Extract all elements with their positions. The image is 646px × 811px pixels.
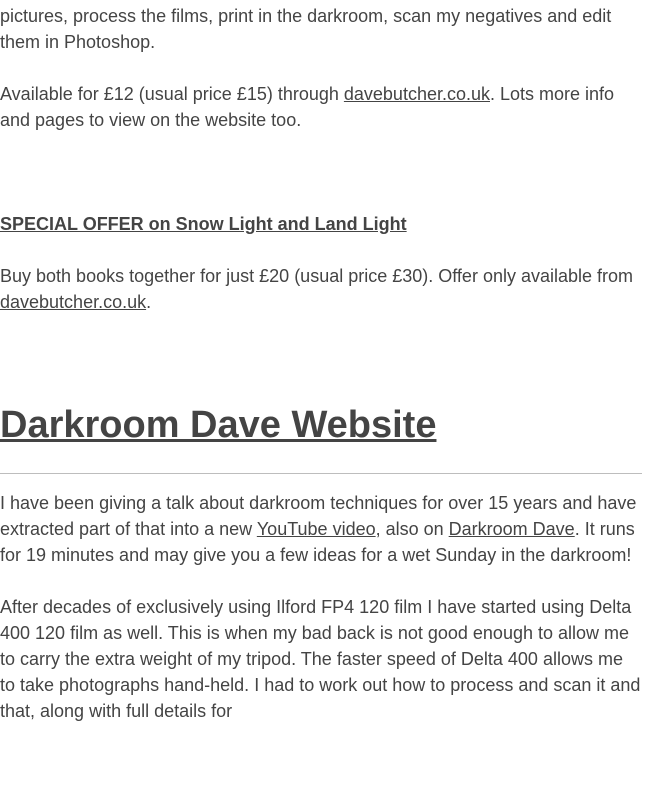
page-content: pictures, process the films, print in th… xyxy=(0,3,642,724)
offer-paragraph: Buy both books together for just £20 (us… xyxy=(0,263,642,315)
special-offer-heading: SPECIAL OFFER on Snow Light and Land Lig… xyxy=(0,211,642,237)
website-heading-text: Darkroom Dave Website xyxy=(0,404,437,446)
website-heading: Darkroom Dave Website xyxy=(0,403,642,447)
delta-film-paragraph: After decades of exclusively using Ilfor… xyxy=(0,597,641,721)
talk-text-middle: , also on xyxy=(375,519,449,539)
talk-paragraph: I have been giving a talk about darkroom… xyxy=(0,490,642,568)
availability-paragraph: Available for £12 (usual price £15) thro… xyxy=(0,81,642,133)
special-offer-heading-text: SPECIAL OFFER on Snow Light and Land Lig… xyxy=(0,214,407,234)
youtube-video-link[interactable]: YouTube video xyxy=(257,519,376,539)
davebutcher-link[interactable]: davebutcher.co.uk xyxy=(344,84,490,104)
availability-text: Available for £12 (usual price £15) thro… xyxy=(0,84,344,104)
intro-paragraph: pictures, process the films, print in th… xyxy=(0,6,612,52)
section-divider xyxy=(0,473,642,474)
darkroom-dave-link[interactable]: Darkroom Dave xyxy=(449,519,575,539)
offer-text-end: . xyxy=(146,292,152,312)
offer-text: Buy both books together for just £20 (us… xyxy=(0,266,634,286)
offer-davebutcher-link[interactable]: davebutcher.co.uk xyxy=(0,292,146,312)
